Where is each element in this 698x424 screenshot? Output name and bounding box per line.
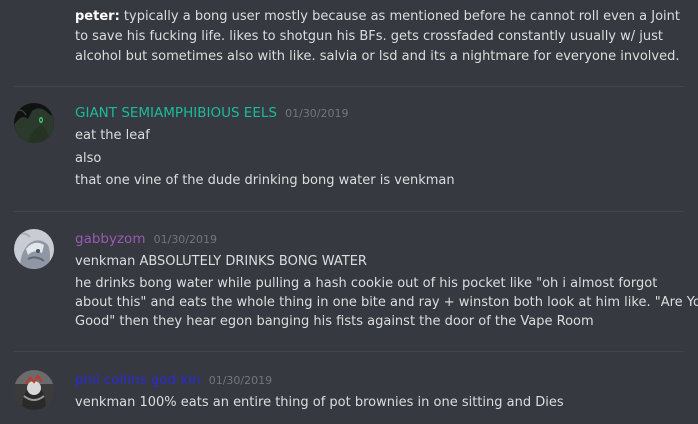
avatar[interactable] xyxy=(14,229,54,269)
message-line: that one vine of the dude drinking bong … xyxy=(75,173,455,188)
avatar-image xyxy=(14,229,54,269)
timestamp: 01/30/2019 xyxy=(208,374,273,387)
timestamp: 01/30/2019 xyxy=(285,107,349,120)
message-line: about this" and eats the whole thing in … xyxy=(75,295,698,310)
timestamp: 01/30/2019 xyxy=(153,233,218,246)
message-line: eat the leaf xyxy=(75,128,150,143)
message-line: venkman 100% eats an entire thing of pot… xyxy=(75,395,564,410)
message-header: gabbyzom 01/30/2019 xyxy=(75,229,217,250)
message-prefix: peter: xyxy=(75,9,120,24)
message-divider xyxy=(14,351,684,352)
message-header: phil collins god kin 01/30/2019 xyxy=(75,370,272,391)
message-content: peter: typically a bong user mostly beca… xyxy=(75,7,695,67)
message-line: he drinks bong water while pulling a has… xyxy=(75,276,658,291)
message-divider xyxy=(14,86,684,87)
username[interactable]: phil collins god kin xyxy=(75,372,201,388)
message-text: typically a bong user mostly because as … xyxy=(75,9,681,64)
username[interactable]: gabbyzom xyxy=(75,231,145,247)
username[interactable]: GIANT SEMIAMPHIBIOUS EELS xyxy=(75,105,277,121)
chat-messages: peter: typically a bong user mostly beca… xyxy=(0,0,698,424)
message-divider xyxy=(14,211,684,212)
message-header: GIANT SEMIAMPHIBIOUS EELS 01/30/2019 xyxy=(75,103,349,124)
avatar[interactable] xyxy=(14,370,54,410)
avatar[interactable] xyxy=(14,103,54,143)
avatar-image xyxy=(14,103,54,143)
avatar-image xyxy=(14,370,54,410)
message-line: venkman ABSOLUTELY DRINKS BONG WATER xyxy=(75,254,367,269)
message-line: Good" then they hear egon banging his fi… xyxy=(75,314,594,329)
message-line: also xyxy=(75,151,102,166)
